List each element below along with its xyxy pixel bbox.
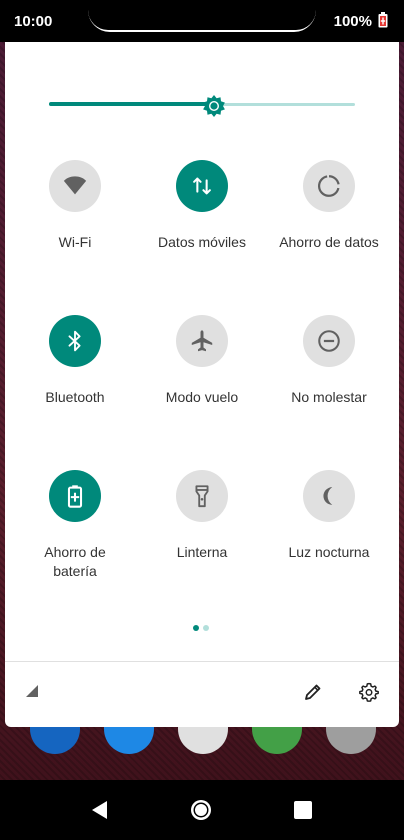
tile-label: Datos móviles [158,234,246,250]
wifi-icon [63,176,87,195]
bluetooth-icon [68,330,81,352]
status-time: 10:00 [14,13,53,30]
do-not-disturb-icon [318,330,340,352]
tile-button[interactable] [303,470,355,522]
back-icon[interactable] [88,798,112,822]
tile-label: Wi-Fi [58,234,92,250]
tile-label: Linterna [176,544,228,560]
footer-divider [5,661,399,662]
battery-saver-icon [67,485,83,508]
tile-button[interactable] [49,470,101,522]
quick-settings-panel: Wi-Fi Datos móviles Ahorro de datos Bluetoo… [5,42,399,727]
tile-button[interactable] [303,315,355,367]
tile-bluetooth[interactable]: Bluetooth [10,315,140,445]
tile-do-not-disturb[interactable]: No molestar [264,315,394,445]
tile-battery-saver[interactable]: Ahorro de batería [10,470,140,600]
tile-night-light[interactable]: Luz nocturna [264,470,394,600]
dock-apps-icon [178,724,228,754]
tile-button[interactable] [49,160,101,212]
tile-label: Bluetooth [45,389,105,405]
mobile-data-icon [193,177,211,195]
phone-screen: 10:00 100% Wi-Fi Datos móviles Ahorro de d… [0,0,404,840]
battery-charging-icon [378,12,388,28]
dock-chrome-icon [252,724,302,754]
edit-pencil-icon[interactable] [303,682,323,702]
tile-airplane[interactable]: Modo vuelo [137,315,267,445]
tile-button[interactable] [176,160,228,212]
airplane-icon [191,330,213,352]
settings-gear-icon[interactable] [359,682,379,702]
tile-label: Modo vuelo [165,389,239,405]
brightness-thumb-icon[interactable] [202,94,226,118]
brightness-slider[interactable] [49,94,355,118]
dock-phone-icon [30,724,80,754]
tile-label: Ahorro de datos [279,234,379,250]
page-dot[interactable] [203,625,209,631]
tile-data-saver[interactable]: Ahorro de datos [264,160,394,290]
tile-label: No molestar [291,389,367,405]
brightness-fill [49,102,214,106]
home-icon[interactable] [189,798,213,822]
tile-flashlight[interactable]: Linterna [137,470,267,600]
signal-icon [26,685,38,697]
tile-mobile-data[interactable]: Datos móviles [137,160,267,290]
navigation-bar [0,780,404,840]
tile-wifi[interactable]: Wi-Fi [10,160,140,290]
dock-camera-icon [326,724,376,754]
battery-percent: 100% [333,13,372,30]
page-indicator [193,625,213,631]
recents-icon[interactable] [291,798,315,822]
night-light-icon [323,487,333,505]
flashlight-icon [195,485,209,508]
page-dot-active [193,625,199,631]
tile-button[interactable] [176,315,228,367]
tile-label: Ahorro de batería [44,544,106,579]
dock-messages-icon [104,724,154,754]
tile-button[interactable] [49,315,101,367]
tile-label: Luz nocturna [288,544,370,560]
tile-button[interactable] [303,160,355,212]
data-saver-icon [318,175,340,197]
notch [88,0,316,30]
status-bar: 10:00 100% [0,0,404,42]
tile-button[interactable] [176,470,228,522]
